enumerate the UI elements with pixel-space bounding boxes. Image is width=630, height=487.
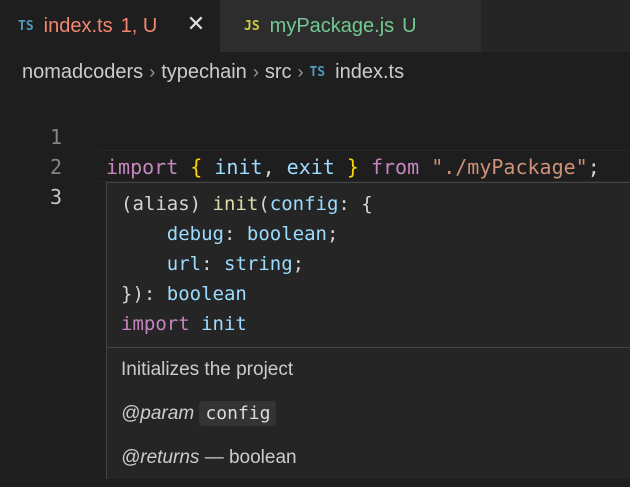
doc-returns: @returns — boolean <box>121 443 621 487</box>
signature-line-3: url: string; <box>121 249 373 279</box>
breadcrumb-item-file[interactable]: index.ts <box>335 61 404 84</box>
returns-text: — boolean <box>204 447 297 468</box>
signature-line-2: debug: boolean; <box>121 219 373 249</box>
alias-label: (alias) <box>121 193 202 215</box>
prop-debug: debug <box>166 223 224 245</box>
colon: : <box>338 193 350 215</box>
typescript-file-icon: TS <box>18 18 34 34</box>
hover-signature: (alias) init(config: { debug: boolean; u… <box>121 189 373 339</box>
breadcrumb-item-typechain[interactable]: typechain <box>161 61 247 84</box>
signature-line-1: (alias) init(config: { <box>121 189 373 219</box>
tab-label: myPackage.js <box>269 14 395 37</box>
signature-line-4: }): boolean <box>121 279 373 309</box>
typescript-file-icon: TS <box>309 64 326 80</box>
param-name: config <box>269 193 339 215</box>
semicolon: ; <box>326 223 339 245</box>
breadcrumb-item-src[interactable]: src <box>265 61 292 84</box>
doc-param: @param config <box>121 399 621 443</box>
semicolon: ; <box>292 253 305 275</box>
tab-mypackage-js[interactable]: JS myPackage.js U <box>220 0 481 52</box>
doc-description: Initializes the project <box>121 359 294 380</box>
close-icon[interactable]: ✕ <box>186 13 206 37</box>
breadcrumb: nomadcoders › typechain › src › TS index… <box>0 52 630 92</box>
type-boolean: boolean <box>246 223 327 245</box>
code-line-3[interactable]: 3 init() <box>0 152 630 240</box>
tab-status-badge: 1, U <box>120 14 158 37</box>
param-tag: @param <box>121 403 195 424</box>
hover-divider <box>107 347 630 348</box>
type-string: string <box>224 253 293 275</box>
line-number: 3 <box>49 185 62 209</box>
chevron-right-icon: › <box>252 61 259 82</box>
return-type: boolean <box>166 283 247 305</box>
tab-bar: TS index.ts 1, U ✕ JS myPackage.js U <box>0 0 630 52</box>
hover-documentation: Initializes the project @param config @r… <box>121 355 621 487</box>
colon: : <box>223 223 236 245</box>
tab-status-badge: U <box>402 14 417 37</box>
function-name: init <box>212 193 259 215</box>
paren-open: ( <box>258 193 270 215</box>
keyword-import: import <box>121 313 190 335</box>
code-line-1[interactable]: 1 import { init, exit } from "./myPackag… <box>0 92 630 179</box>
signature-line-5: import init <box>121 309 373 339</box>
param-name-chip: config <box>199 401 277 426</box>
code-editor[interactable]: 1 import { init, exit } from "./myPackag… <box>0 92 630 479</box>
breadcrumb-item-nomadcoders[interactable]: nomadcoders <box>22 61 143 84</box>
chevron-right-icon: › <box>297 61 304 82</box>
import-name: init <box>201 313 247 335</box>
prop-url: url <box>166 253 202 275</box>
brace-open: { <box>361 193 373 215</box>
tab-label: index.ts <box>43 14 113 37</box>
returns-tag: @returns <box>121 447 200 468</box>
code-line-2[interactable]: 2 <box>0 122 630 179</box>
chevron-right-icon: › <box>149 61 156 82</box>
signature-close: }): <box>121 283 156 305</box>
tab-index-ts[interactable]: TS index.ts 1, U ✕ <box>0 0 220 52</box>
colon: : <box>201 253 213 275</box>
javascript-file-icon: JS <box>244 18 260 34</box>
hover-tooltip: (alias) init(config: { debug: boolean; u… <box>106 182 630 479</box>
